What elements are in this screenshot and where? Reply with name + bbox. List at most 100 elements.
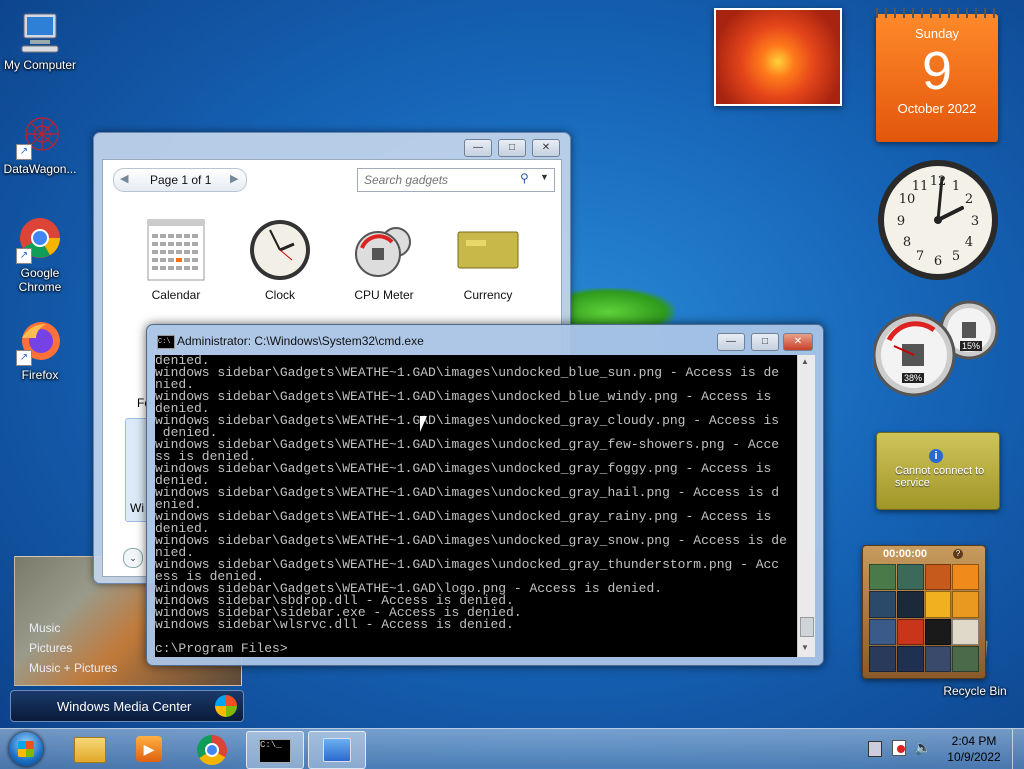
scrollbar-thumb[interactable] [800,617,814,637]
chrome-icon: ↗ [16,216,64,264]
picture-puzzle-gadget[interactable]: 00:00:00 ? [862,545,986,679]
clock-face: 12 12 345 678 91011 [878,160,998,280]
media-center-title: Windows Media Center [57,699,192,714]
start-button[interactable] [4,729,48,769]
gadget-tile-partial-label: Wi [130,501,144,515]
taskbar-cmd[interactable]: C:\_ [246,731,304,769]
puzzle-help-icon[interactable]: ? [953,549,963,559]
gadget-tile-cpu-meter[interactable]: CPU Meter [339,218,429,302]
close-button[interactable]: ✕ [532,139,560,157]
calendar-month-year: October 2022 [897,101,977,116]
scroll-down-icon[interactable]: ▼ [801,643,809,652]
page-navigator: ◀ Page 1 of 1 ▶ [113,168,247,192]
currency-gadget-icon [456,218,520,282]
svg-text:6: 6 [934,254,942,269]
next-page-icon[interactable]: ▶ [230,172,238,185]
svg-text:4: 4 [965,235,973,250]
cmd-output-line: windows sidebar\Gadgets\WEATHE~1.GAD\ima… [155,461,772,476]
desktop-icon-label: Recycle Bin [943,684,1007,698]
search-gadgets-field[interactable]: ⚲ ▼ [357,168,555,192]
chrome-icon [197,735,227,765]
chevron-down-icon[interactable]: ▼ [540,172,549,182]
gadget-tile-label: Calendar [151,288,201,302]
svg-text:12: 12 [930,174,947,189]
calendar-rings [876,8,998,18]
cmd-minimize-button[interactable]: — [717,333,745,351]
taskbar-chrome[interactable] [184,731,240,767]
cpu-meter-gadget[interactable]: 38% 15% [872,300,1000,400]
cmd-output-line: windows sidebar\Gadgets\WEATHE~1.GAD\ima… [155,533,787,548]
windows-start-orb-icon [9,732,43,766]
info-icon: i [929,449,943,463]
puzzle-timer: 00:00:00 [883,548,928,560]
desktop-icon-datawagon[interactable]: ↗ DataWagon... [0,112,80,176]
mouse-cursor-icon [420,416,427,432]
network-icon[interactable] [868,741,882,757]
currency-gadget[interactable]: i Cannot connect to service [876,432,1000,510]
cmd-scrollbar[interactable]: ▲ ▼ [797,355,815,657]
previous-page-icon[interactable]: ◀ [120,172,128,185]
firefox-icon: ↗ [16,318,64,366]
taskbar-time[interactable]: 2:04 PM [950,734,998,748]
desktop-icon-my-computer[interactable]: My Computer [0,8,80,72]
cmd-output-line: windows sidebar\Gadgets\WEATHE~1.GAD\ima… [155,365,780,380]
taskbar-explorer[interactable] [62,731,118,767]
minimize-button[interactable]: — [464,139,492,157]
search-gadgets-input[interactable] [362,171,516,189]
puzzle-tiles[interactable] [869,564,979,672]
svg-text:9: 9 [897,214,905,229]
calendar-gadget[interactable]: Sunday 9 October 2022 [876,8,998,142]
page-indicator: Page 1 of 1 [150,173,212,187]
svg-text:11: 11 [912,179,929,194]
gadget-icon [323,738,351,762]
taskbar-gadgets[interactable] [308,731,366,769]
clock-gadget[interactable]: 12 1 2 345 678 9 10 11 [876,158,1000,282]
show-details-button[interactable]: ⌄ [123,548,143,568]
desktop-icon-google-chrome[interactable]: ↗ Google Chrome [0,216,80,294]
svg-text:7: 7 [916,249,924,264]
svg-text:8: 8 [903,235,911,250]
cmd-app-icon: C:\ [157,335,175,349]
cmd-output-line: windows sidebar\Gadgets\WEATHE~1.GAD\ima… [155,485,780,500]
cmd-output-line: c:\Program Files> [155,641,288,656]
computer-icon [16,8,64,56]
show-desktop-button[interactable] [1012,729,1024,769]
calendar-day: 9 [921,41,953,101]
slideshow-gadget[interactable] [714,8,842,106]
media-center-menu-music-pictures[interactable]: Music + Pictures [29,661,117,675]
volume-icon[interactable]: 🔈 [914,739,931,756]
cmd-close-button[interactable]: ✕ [783,333,813,351]
currency-error-message: Cannot connect to service [895,465,985,489]
desktop-icon-label: Google Chrome [18,266,62,294]
action-center-icon[interactable] [892,740,906,756]
taskbar-date[interactable]: 10/9/2022 [944,750,1004,764]
calendar-gadget-icon [144,218,208,282]
svg-text:2: 2 [965,192,973,207]
svg-text:3: 3 [971,214,979,229]
taskbar: ▶ C:\_ 🔈 2:04 PM 10/9/2022 [0,728,1024,769]
cmd-console-output[interactable]: denied. windows sidebar\Gadgets\WEATHE~1.… [155,355,797,657]
cmd-icon: C:\_ [259,739,291,763]
windows-logo-icon [215,695,237,717]
desktop-icon-firefox[interactable]: ↗ Firefox [0,318,80,382]
gadget-tile-clock[interactable]: Clock [235,218,325,302]
media-center-menu-music[interactable]: Music [29,621,60,635]
calendar-weekday: Sunday [914,26,960,41]
maximize-button[interactable]: □ [498,139,526,157]
scroll-up-icon[interactable]: ▲ [801,357,809,366]
media-player-icon: ▶ [136,736,162,762]
cmd-lines: denied. windows sidebar\Gadgets\WEATHE~1.… [155,355,797,655]
svg-text:10: 10 [899,192,916,207]
media-center-title-bar[interactable]: Windows Media Center [10,690,244,722]
cmd-window[interactable]: C:\ Administrator: C:\Windows\System32\c… [146,324,824,666]
search-icon[interactable]: ⚲ [520,171,529,185]
taskbar-media-player[interactable]: ▶ [122,731,178,767]
gadget-tile-label: CPU Meter [354,288,414,302]
media-center-menu-pictures[interactable]: Pictures [29,641,72,655]
gadget-tile-currency[interactable]: Currency [443,218,533,302]
desktop-icon-label: DataWagon... [3,162,77,176]
cmd-maximize-button[interactable]: □ [751,333,779,351]
cpu-meter-gadget-icon [352,218,416,282]
cmd-output-line: windows sidebar\Gadgets\WEATHE~1.GAD\ima… [155,413,780,428]
gadget-tile-calendar[interactable]: Calendar [131,218,221,302]
